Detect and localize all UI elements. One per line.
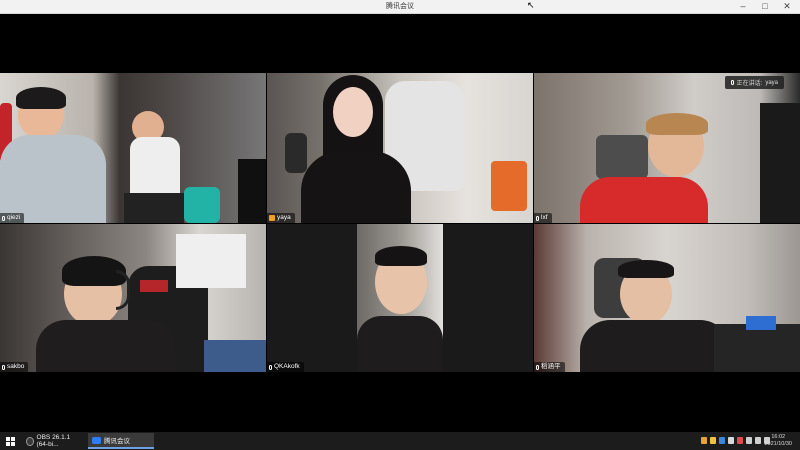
person-head: [333, 87, 373, 137]
mic-icon: [536, 364, 539, 370]
speaker-device: [184, 187, 220, 223]
tray-app-icon[interactable]: [701, 437, 707, 444]
video-tile-qkakofk[interactable]: QKAkofk: [267, 224, 533, 372]
volume-icon[interactable]: [755, 437, 761, 444]
participant-name: 稻涵平: [541, 363, 561, 370]
taskbar: OBS 26.1.1 (64-bi... 腾讯会议 16:02 2021/10/…: [0, 432, 800, 450]
mic-icon: [730, 80, 734, 85]
speaking-prefix: 正在讲话:: [736, 81, 763, 87]
video-tile-sakbo[interactable]: sakbo: [0, 224, 266, 372]
participant-label: lxf: [534, 213, 552, 223]
speaking-indicator: 正在讲话: yaya: [724, 76, 784, 89]
participant-name: yaya: [277, 214, 291, 221]
participant-name: qiezi: [7, 214, 21, 221]
participant-name: lxf: [541, 214, 548, 221]
wall-picture: [176, 234, 246, 288]
system-clock[interactable]: 16:02 2021/10/30: [764, 434, 792, 448]
person-shirt: [580, 177, 708, 223]
video-tile-participant-6[interactable]: 稻涵平: [534, 224, 800, 372]
mic-icon: [2, 364, 5, 370]
maximize-button[interactable]: □: [754, 0, 776, 13]
person-shirt: [357, 316, 443, 372]
participant-label: QKAkofk: [267, 362, 304, 372]
start-button[interactable]: [2, 433, 18, 449]
clothes-pile: [204, 340, 266, 372]
box-on-desk: [746, 316, 776, 330]
taskbar-item-label: OBS 26.1.1 (64-bi...: [36, 434, 71, 448]
participant-label: qiezi: [0, 213, 25, 223]
chair-logo: [140, 280, 168, 292]
person-shirt: [36, 320, 176, 372]
mic-icon: [2, 215, 5, 221]
tray-app-icon[interactable]: [710, 437, 716, 444]
speaking-name: yaya: [765, 79, 778, 86]
system-tray: [701, 437, 770, 444]
person-hair: [646, 113, 708, 135]
person-shirt: [130, 137, 180, 197]
obs-icon: [26, 436, 34, 446]
participant-name: QKAkofk: [274, 363, 300, 370]
mic-icon: [269, 364, 272, 370]
mouse-cursor-icon: ↖: [527, 0, 535, 10]
clock-date: 2021/10/30: [764, 441, 792, 447]
participant-label: yaya: [267, 213, 295, 223]
person-shirt: [580, 320, 730, 372]
mic-icon: [536, 215, 539, 221]
microphone: [285, 133, 307, 173]
participant-label: sakbo: [0, 362, 29, 372]
video-tile-qiezi[interactable]: qiezi: [0, 73, 266, 223]
clock-time: 16:02: [771, 434, 786, 440]
desk-chair: [124, 193, 184, 223]
participant-name: sakbo: [7, 363, 25, 370]
taskbar-item-label: 腾讯会议: [104, 438, 130, 445]
video-grid: qiezi yaya 正在讲话: yaya lxf sakbo QKAkofk …: [0, 14, 800, 432]
windows-icon: [5, 436, 15, 446]
desk-setup: [714, 324, 800, 372]
person-hair: [618, 260, 674, 278]
title-bar: 腾讯会议 – □ ✕: [0, 0, 800, 14]
video-tile-yaya[interactable]: yaya: [267, 73, 533, 223]
tray-app-icon[interactable]: [737, 437, 743, 444]
tray-app-icon[interactable]: [719, 437, 725, 444]
gift-bag: [491, 161, 527, 211]
tencent-meeting-icon: [92, 436, 101, 444]
participant-label: 稻涵平: [534, 362, 565, 372]
mic-active-icon: [269, 215, 275, 221]
close-button[interactable]: ✕: [776, 0, 798, 13]
tray-app-icon[interactable]: [728, 437, 734, 444]
minimize-button[interactable]: –: [732, 0, 754, 13]
network-icon[interactable]: [746, 437, 752, 444]
video-tile-lxf[interactable]: 正在讲话: yaya lxf: [534, 73, 800, 223]
gaming-chair: [596, 135, 648, 179]
window-title: 腾讯会议: [386, 3, 414, 10]
person-hoodie: [0, 135, 106, 223]
taskbar-item-obs[interactable]: OBS 26.1.1 (64-bi...: [22, 433, 86, 449]
person-hair: [375, 246, 427, 266]
taskbar-item-tencent-meeting[interactable]: 腾讯会议: [88, 433, 154, 449]
person-hair: [16, 87, 66, 109]
monitor: [760, 103, 800, 223]
monitor: [238, 159, 266, 223]
person-top: [301, 151, 411, 223]
